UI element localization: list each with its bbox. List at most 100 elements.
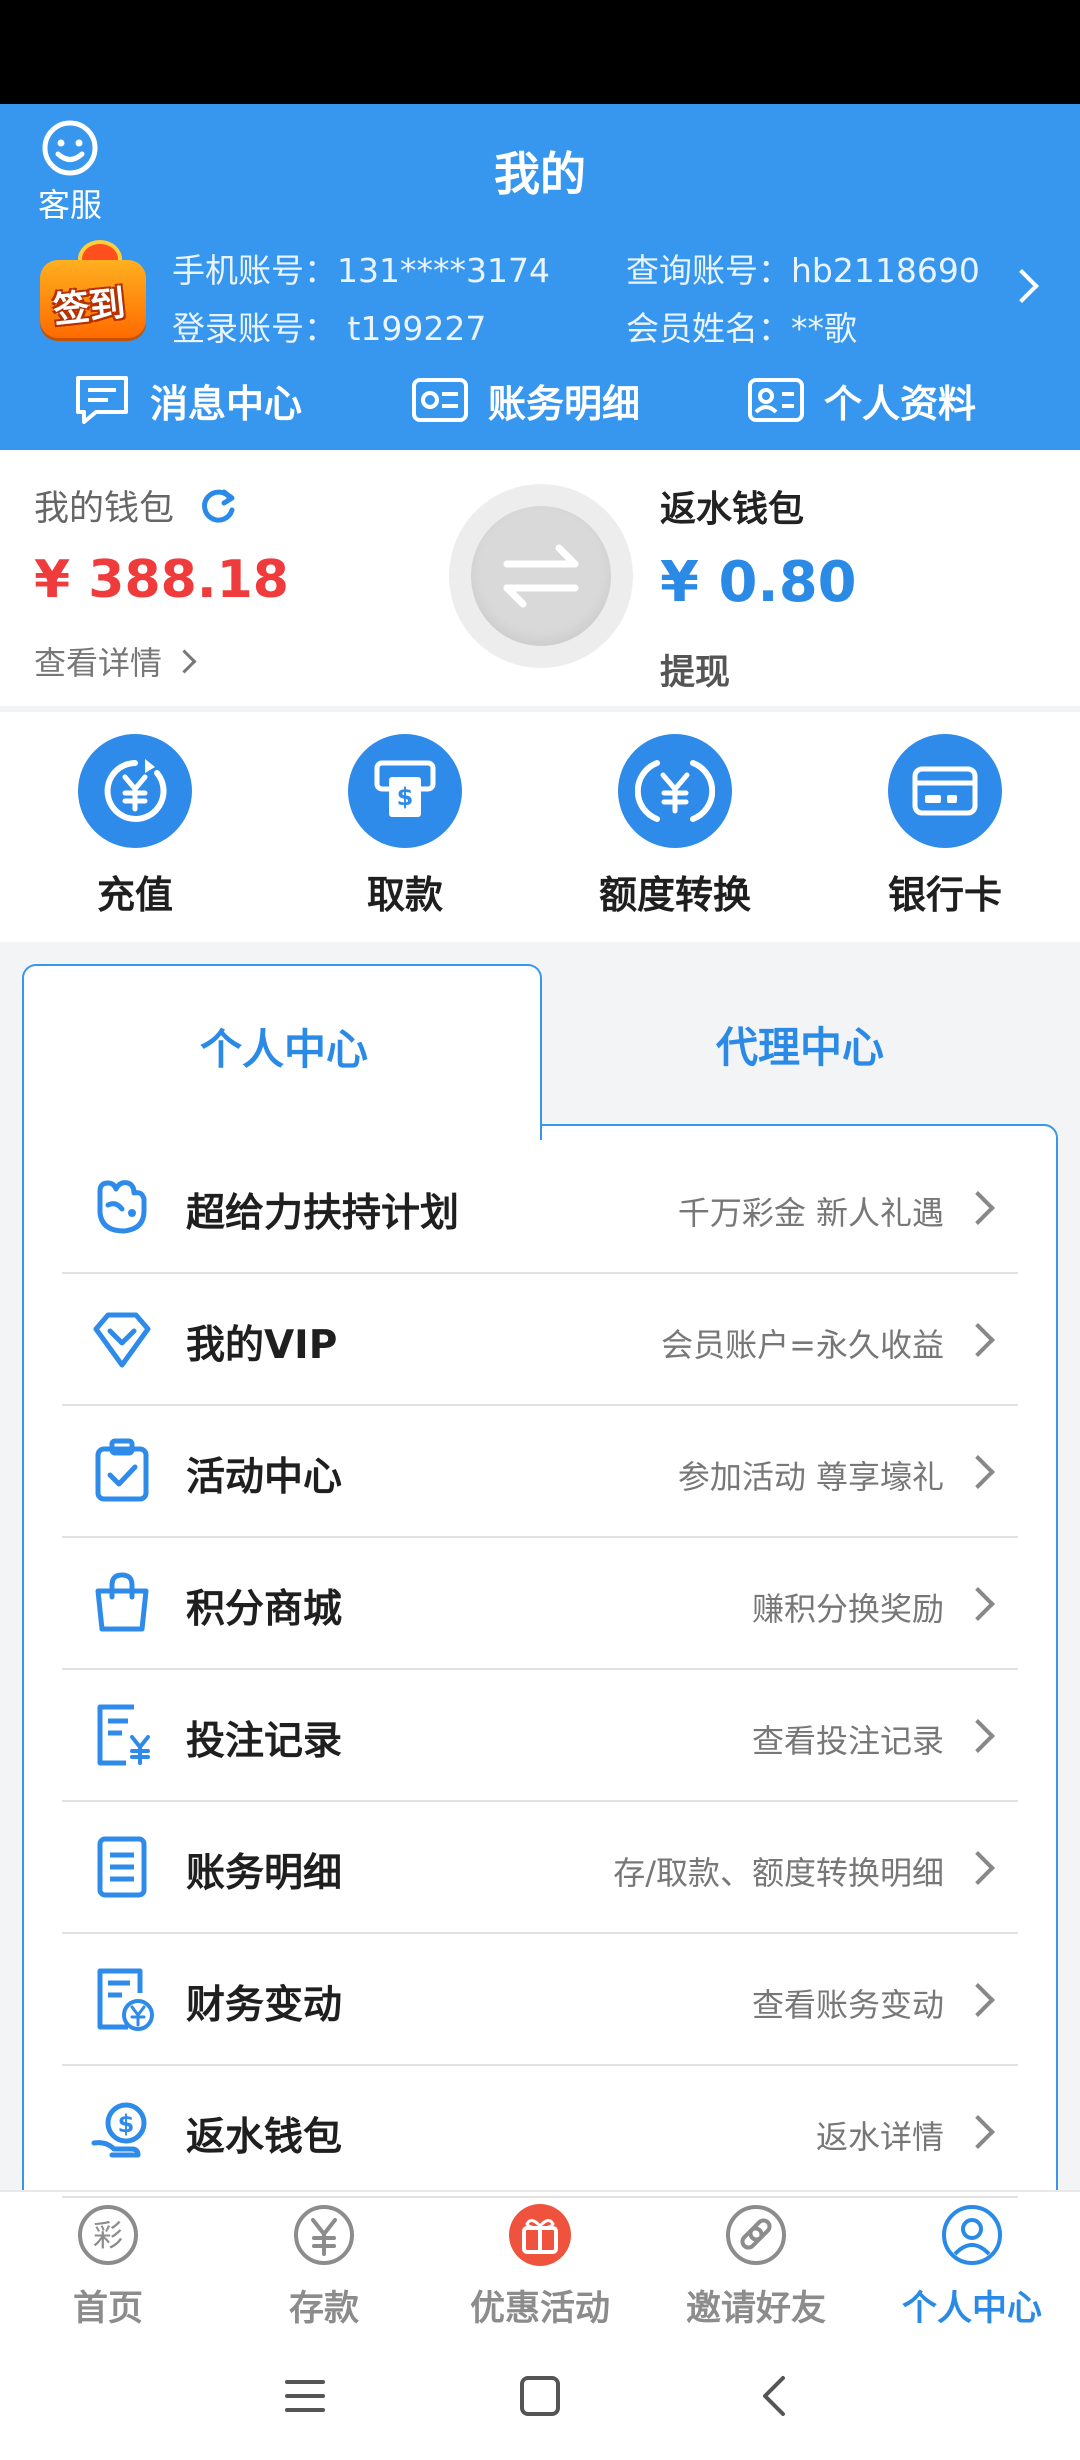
menu-item-vip[interactable]: 我的VIP 会员账户=永久收益 xyxy=(62,1274,1018,1406)
menu-item-support-plan[interactable]: 超给力扶持计划 千万彩金 新人礼遇 xyxy=(62,1142,1018,1274)
nav-home[interactable]: 彩 首页 xyxy=(0,2202,216,2331)
quick-link-label: 个人资料 xyxy=(824,381,977,426)
quick-actions: 充值 $ 取款 额度转换 银行卡 xyxy=(0,712,1080,942)
ledger-icon xyxy=(97,1836,147,1898)
menu-item-subtitle: 会员账户=永久收益 xyxy=(661,1326,944,1364)
member-name: 会员姓名：**歌 xyxy=(626,309,857,348)
nav-invite-friends[interactable]: 邀请好友 xyxy=(648,2202,864,2331)
nav-label: 首页 xyxy=(72,2289,143,2329)
status-bar xyxy=(0,0,1080,104)
svg-text:$: $ xyxy=(397,783,414,811)
menu-item-label: 活动中心 xyxy=(186,1455,343,1500)
finance-change-icon xyxy=(97,1968,154,2031)
quick-links: 消息中心 账务明细 个人资料 xyxy=(0,364,1080,436)
chevron-right-icon xyxy=(961,1719,995,1753)
menu-lines-icon[interactable] xyxy=(275,2366,335,2426)
chevron-right-icon xyxy=(961,1191,995,1225)
chevron-right-icon xyxy=(961,1983,995,2017)
swap-arrows-icon xyxy=(503,544,579,608)
menu-item-label: 账务明细 xyxy=(186,1851,343,1896)
action-label: 充值 xyxy=(96,873,173,917)
menu-item-label: 我的VIP xyxy=(186,1323,338,1368)
view-detail-link[interactable]: 查看详情 xyxy=(34,638,197,684)
rebate-wallet-title: 返水钱包 xyxy=(660,489,805,530)
menu-item-statement[interactable]: 账务明细 存/取款、额度转换明细 xyxy=(62,1802,1018,1934)
phone-account: 手机账号：131****3174 xyxy=(172,251,550,290)
menu-item-subtitle: 返水详情 xyxy=(815,2118,944,2156)
credit-transfer-button[interactable]: 额度转换 xyxy=(565,734,785,919)
tab-label: 代理中心 xyxy=(715,1023,884,1072)
menu-item-bet-records[interactable]: 投注记录 查看投注记录 xyxy=(62,1670,1018,1802)
refresh-icon[interactable] xyxy=(196,484,240,528)
chevron-right-icon[interactable] xyxy=(1005,269,1039,303)
bet-record-icon xyxy=(97,1704,150,1766)
gift-icon xyxy=(509,2204,571,2266)
menu-item-subtitle: 赚积分换奖励 xyxy=(751,1590,944,1628)
profile-header: 客服 我的 签到 手机账号：131****3174 查询账号：hb2118690… xyxy=(0,104,1080,450)
statement-card-icon xyxy=(412,378,468,422)
nav-personal-center[interactable]: 个人中心 xyxy=(864,2202,1080,2331)
view-detail-label: 查看详情 xyxy=(34,644,163,682)
menu-item-label: 返水钱包 xyxy=(186,2115,343,2160)
center-panel: 个人中心 代理中心 超给力扶持计划 千万彩金 新人礼遇 我的VIP 会员账户=永… xyxy=(22,964,1058,2244)
quick-link-label: 账务明细 xyxy=(488,381,641,426)
withdraw-button[interactable]: $ 取款 xyxy=(295,734,515,919)
fist-icon xyxy=(97,1180,147,1234)
transfer-yuan-icon xyxy=(635,760,715,822)
tab-personal-center[interactable]: 个人中心 xyxy=(22,964,542,1140)
message-icon xyxy=(76,376,128,424)
svg-text:彩: 彩 xyxy=(93,2219,123,2254)
diamond-icon xyxy=(93,1312,151,1368)
menu-item-activity-center[interactable]: 活动中心 参加活动 尊享壕礼 xyxy=(62,1406,1018,1538)
atm-withdraw-icon: $ xyxy=(374,760,436,817)
message-center-link[interactable]: 消息中心 xyxy=(72,364,302,436)
tab-label: 个人中心 xyxy=(199,1025,368,1074)
menu-list: 超给力扶持计划 千万彩金 新人礼遇 我的VIP 会员账户=永久收益 活动中心 参… xyxy=(22,1142,1058,2198)
withdraw-link[interactable]: 提现 xyxy=(660,644,730,695)
quick-link-label: 消息中心 xyxy=(150,381,303,426)
bottom-nav: 彩 首页 存款 优惠活动 邀请好友 个人中心 xyxy=(0,2190,1080,2331)
query-account: 查询账号：hb2118690 xyxy=(626,251,980,290)
page-title: 我的 xyxy=(494,147,586,201)
tab-agent-center[interactable]: 代理中心 xyxy=(542,964,1058,1124)
nav-label: 存款 xyxy=(288,2289,359,2329)
lottery-icon: 彩 xyxy=(78,2205,138,2265)
statement-link[interactable]: 账务明细 xyxy=(410,364,640,436)
bank-card-icon xyxy=(912,766,978,816)
menu-item-finance-change[interactable]: 财务变动 查看账务变动 xyxy=(62,1934,1018,2066)
menu-item-label: 财务变动 xyxy=(186,1983,343,2028)
action-label: 额度转换 xyxy=(598,873,751,917)
menu-item-subtitle: 查看账务变动 xyxy=(751,1986,944,2024)
nav-label: 优惠活动 xyxy=(469,2289,610,2329)
home-square-icon[interactable] xyxy=(510,2366,570,2426)
action-label: 取款 xyxy=(366,873,443,917)
deposit-yuan-icon xyxy=(104,759,167,822)
nav-label: 个人中心 xyxy=(901,2289,1042,2329)
bank-card-button[interactable]: 银行卡 xyxy=(835,734,1055,919)
deposit-button[interactable]: 充值 xyxy=(25,734,245,919)
nav-promotions[interactable]: 优惠活动 xyxy=(432,2202,648,2331)
chevron-right-icon xyxy=(961,1587,995,1621)
nav-label: 邀请好友 xyxy=(685,2289,826,2329)
chevron-right-icon xyxy=(961,1455,995,1489)
svg-text:$: $ xyxy=(118,2110,135,2138)
signin-badge[interactable]: 签到 xyxy=(26,234,152,344)
menu-item-rebate-wallet[interactable]: $ 返水钱包 返水详情 xyxy=(62,2066,1018,2198)
chevron-right-icon xyxy=(961,1323,995,1357)
menu-item-points-mall[interactable]: 积分商城 赚积分换奖励 xyxy=(62,1538,1018,1670)
rebate-wallet-balance: ¥ 0.80 xyxy=(660,550,857,615)
profile-link[interactable]: 个人资料 xyxy=(746,364,976,436)
user-icon xyxy=(942,2205,1002,2265)
nav-deposit[interactable]: 存款 xyxy=(216,2202,432,2331)
link-icon xyxy=(726,2205,786,2265)
login-account: 登录账号： t199227 xyxy=(172,309,487,348)
menu-item-label: 超给力扶持计划 xyxy=(186,1191,460,1236)
action-label: 银行卡 xyxy=(887,873,1002,917)
back-icon[interactable] xyxy=(745,2366,805,2426)
menu-item-subtitle: 千万彩金 新人礼遇 xyxy=(677,1194,944,1232)
chevron-right-icon xyxy=(172,648,197,674)
menu-item-subtitle: 存/取款、额度转换明细 xyxy=(613,1854,944,1892)
wallet-transfer-button[interactable] xyxy=(449,484,633,668)
chevron-right-icon xyxy=(961,1851,995,1885)
menu-item-subtitle: 查看投注记录 xyxy=(751,1722,944,1760)
